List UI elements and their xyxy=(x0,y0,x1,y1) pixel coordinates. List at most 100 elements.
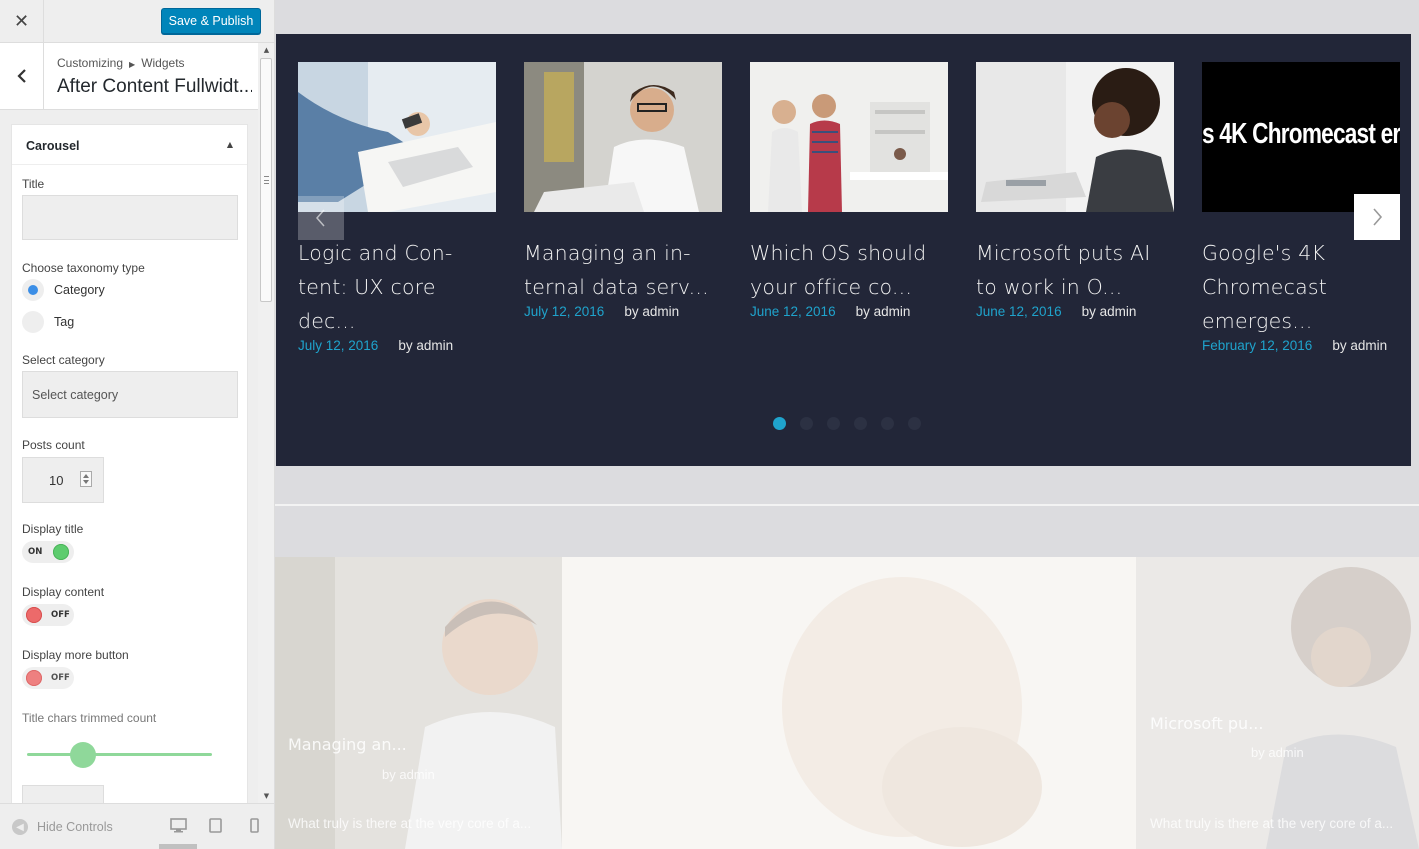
post-author[interactable]: by admin xyxy=(856,304,911,319)
sidebar-scrollbar[interactable]: ▲ ▼ xyxy=(258,43,274,803)
post-title[interactable]: Which OS should your office co... xyxy=(750,236,948,304)
faded-post-author[interactable]: by admin xyxy=(382,767,435,782)
post-date[interactable]: June 12, 2016 xyxy=(750,304,836,319)
posts-count-value: 10 xyxy=(49,473,64,488)
scroll-up-icon[interactable]: ▲ xyxy=(258,43,274,57)
site-preview: Logic and Con- tent: UX core dec... July… xyxy=(275,0,1419,849)
post-author[interactable]: by admin xyxy=(624,304,679,319)
hide-controls-icon[interactable]: ◀ xyxy=(12,819,28,835)
carousel-slide[interactable]: Which OS should your office co... June 1… xyxy=(750,62,948,319)
chevron-left-icon xyxy=(16,69,26,83)
toggle-knob xyxy=(26,670,42,686)
pagination-dot[interactable] xyxy=(800,417,813,430)
post-date[interactable]: February 12, 2016 xyxy=(1202,338,1312,353)
post-date[interactable]: July 12, 2016 xyxy=(298,338,378,353)
post-author[interactable]: by admin xyxy=(1332,338,1387,353)
carousel-next-button[interactable] xyxy=(1354,194,1400,240)
breadcrumb-separator-icon: ▶ xyxy=(129,60,136,69)
faded-post-title[interactable]: Microsoft pu... xyxy=(1150,714,1263,733)
section-divider xyxy=(275,504,1419,506)
post-date[interactable]: July 12, 2016 xyxy=(524,304,604,319)
display-content-label: Display content xyxy=(22,585,105,599)
faded-post-author[interactable]: by admin xyxy=(1251,745,1304,760)
faded-post-card[interactable]: Managing an... by admin What truly is th… xyxy=(275,557,562,849)
close-icon: ✕ xyxy=(13,11,30,32)
save-publish-button[interactable]: Save & Publish xyxy=(161,8,261,34)
title-trim-label: Title chars trimmed count xyxy=(22,711,157,725)
post-thumbnail[interactable] xyxy=(976,62,1174,212)
caret-up-icon[interactable]: ▲ xyxy=(227,140,233,149)
section-title: After Content Fullwidt... xyxy=(57,76,252,97)
carousel-widget: Carousel ▲ Title Choose taxonomy type Ca… xyxy=(11,124,248,831)
grip-icon xyxy=(264,176,269,184)
display-title-label: Display title xyxy=(22,522,84,536)
breadcrumb-item: Widgets xyxy=(141,56,185,70)
customizer-footer: ◀ Hide Controls xyxy=(0,803,274,849)
faded-post-title[interactable]: Managing an... xyxy=(288,735,407,754)
post-meta: July 12, 2016 by admin xyxy=(298,338,496,353)
post-author[interactable]: by admin xyxy=(1082,304,1137,319)
post-author[interactable]: by admin xyxy=(398,338,453,353)
post-thumbnail[interactable] xyxy=(298,62,496,212)
toggle-state: OFF xyxy=(51,610,70,620)
carousel-pagination xyxy=(773,417,921,430)
carousel-slide[interactable]: Managing an in- ternal data serv... July… xyxy=(524,62,722,319)
post-title[interactable]: Managing an in- ternal data serv... xyxy=(524,236,722,304)
carousel-prev-button[interactable] xyxy=(298,196,344,240)
pagination-dot[interactable] xyxy=(854,417,867,430)
category-select[interactable]: Select category xyxy=(22,371,238,418)
taxonomy-label: Choose taxonomy type xyxy=(22,261,145,275)
radio-category[interactable] xyxy=(22,279,44,301)
post-title[interactable]: Logic and Con- tent: UX core dec... xyxy=(298,236,496,338)
widget-header[interactable]: Carousel ▲ xyxy=(12,125,247,165)
post-meta: June 12, 2016 by admin xyxy=(750,304,948,319)
radio-category-label: Category xyxy=(54,283,105,297)
scroll-thumb[interactable] xyxy=(260,58,272,302)
title-input[interactable] xyxy=(22,195,238,240)
customizer-sidebar: ✕ Save & Publish Customizing ▶ Widgets Aft… xyxy=(0,0,275,849)
display-content-toggle[interactable]: OFF xyxy=(22,604,74,626)
back-button[interactable] xyxy=(0,43,44,109)
close-button[interactable]: ✕ xyxy=(0,0,44,43)
stepper-icon[interactable] xyxy=(80,471,92,487)
post-thumbnail[interactable] xyxy=(750,62,948,212)
category-label: Select category xyxy=(22,353,105,367)
post-meta: July 12, 2016 by admin xyxy=(524,304,722,319)
pagination-dot[interactable] xyxy=(773,417,786,430)
tablet-icon[interactable] xyxy=(209,818,222,833)
pagination-dot[interactable] xyxy=(881,417,894,430)
faded-post-card[interactable] xyxy=(562,557,1136,849)
thumbnail-text: s 4K Chromecast er xyxy=(1202,118,1400,150)
faded-post-card[interactable]: Microsoft pu... by admin What truly is t… xyxy=(1136,557,1419,849)
posts-count-input[interactable]: 10 xyxy=(22,457,104,503)
scroll-down-icon[interactable]: ▼ xyxy=(258,789,274,803)
post-date[interactable]: June 12, 2016 xyxy=(976,304,1062,319)
posts-carousel: Logic and Con- tent: UX core dec... July… xyxy=(276,34,1411,466)
title-trim-slider-track[interactable] xyxy=(27,753,212,756)
post-meta: February 12, 2016 by admin xyxy=(1202,338,1400,353)
carousel-slide[interactable]: Microsoft puts AI to work in O... June 1… xyxy=(976,62,1174,319)
pagination-dot[interactable] xyxy=(908,417,921,430)
radio-tag[interactable] xyxy=(22,311,44,333)
title-trim-slider-handle[interactable] xyxy=(69,742,96,768)
posts-count-label: Posts count xyxy=(22,438,85,452)
faded-post-excerpt: What truly is there at the very core of … xyxy=(1150,816,1394,831)
section-header: Customizing ▶ Widgets After Content Fullwi… xyxy=(0,43,258,110)
post-title[interactable]: Microsoft puts AI to work in O... xyxy=(976,236,1174,304)
display-more-label: Display more button xyxy=(22,648,129,662)
mobile-icon[interactable] xyxy=(250,818,259,833)
toggle-state: ON xyxy=(28,547,43,557)
active-device-indicator xyxy=(159,844,197,849)
customizer-topbar: ✕ Save & Publish xyxy=(0,0,274,43)
chevron-right-icon xyxy=(1373,208,1383,226)
hide-controls-button[interactable]: Hide Controls xyxy=(37,820,113,834)
post-title[interactable]: Google's 4K Chromecast emerges... xyxy=(1202,236,1400,338)
post-thumbnail[interactable]: s 4K Chromecast er xyxy=(1202,62,1400,212)
widget-title: Carousel xyxy=(26,139,80,153)
faded-posts-section: Managing an... by admin What truly is th… xyxy=(275,557,1419,849)
pagination-dot[interactable] xyxy=(827,417,840,430)
display-more-toggle[interactable]: OFF xyxy=(22,667,74,689)
display-title-toggle[interactable]: ON xyxy=(22,541,74,563)
post-thumbnail[interactable] xyxy=(524,62,722,212)
desktop-icon[interactable] xyxy=(170,818,187,833)
